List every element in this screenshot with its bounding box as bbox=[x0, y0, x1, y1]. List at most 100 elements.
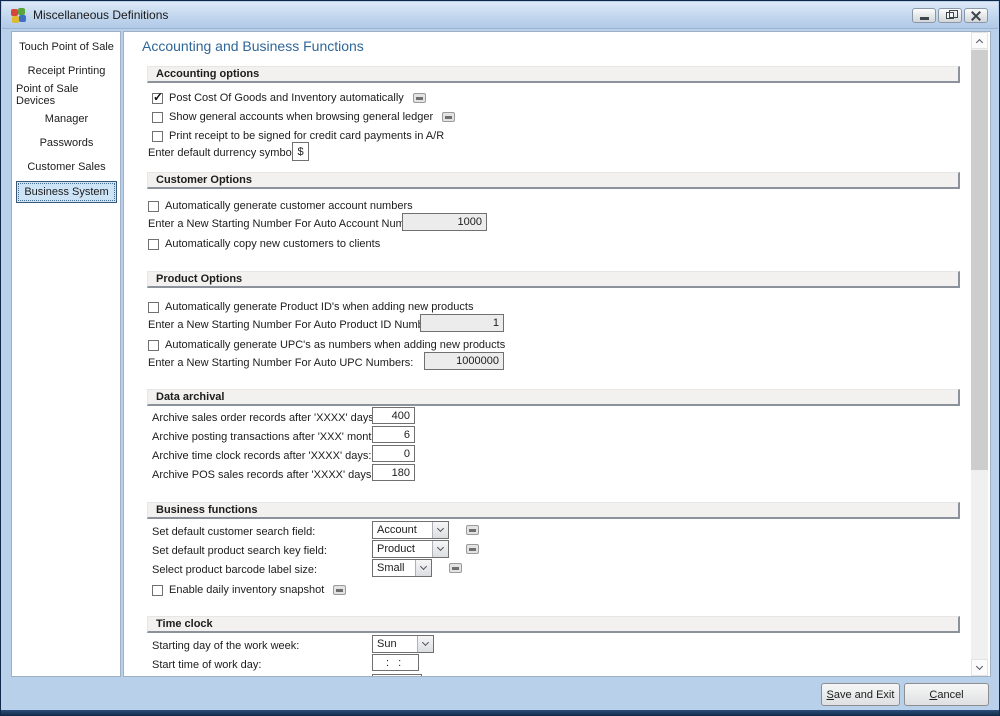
field-label: Archive POS sales records after 'XXXX' d… bbox=[152, 466, 374, 484]
checkbox-print-receipt-ar[interactable] bbox=[152, 131, 163, 142]
product-search-key-select[interactable]: Product bbox=[372, 540, 449, 558]
checkbox-auto-customer-numbers[interactable] bbox=[148, 201, 159, 212]
chevron-down-icon bbox=[437, 525, 444, 532]
field-label: Enter a New Starting Number For Auto Pro… bbox=[148, 316, 442, 334]
window: Miscellaneous Definitions Touch Point of… bbox=[0, 0, 1000, 716]
chevron-down-icon bbox=[422, 639, 429, 646]
section-header-customer-options: Customer Options bbox=[147, 172, 960, 189]
register-icon bbox=[449, 563, 462, 573]
sidebar-item-business-system[interactable]: Business System bbox=[16, 181, 117, 203]
checkbox-copy-customers-to-clients[interactable] bbox=[148, 239, 159, 250]
archive-time-clock-days-input[interactable] bbox=[372, 445, 415, 462]
close-icon bbox=[971, 11, 981, 21]
scrollbar-thumb[interactable] bbox=[971, 50, 988, 470]
dropdown-button[interactable] bbox=[417, 636, 433, 652]
app-icon bbox=[11, 8, 26, 23]
field-label: Enter a New Starting Number For Auto UPC… bbox=[148, 354, 413, 372]
checkbox-label: Automatically generate customer account … bbox=[165, 200, 413, 212]
clipped-control bbox=[372, 674, 422, 677]
minimize-icon bbox=[920, 17, 929, 20]
register-icon bbox=[442, 112, 455, 122]
restore-button[interactable] bbox=[938, 8, 962, 23]
field-label: Enter default durrency symbol: bbox=[148, 144, 297, 162]
archive-pos-sales-days-input[interactable] bbox=[372, 464, 415, 481]
sidebar-item-manager[interactable]: Manager bbox=[16, 109, 117, 129]
auto-upc-number-input[interactable] bbox=[424, 352, 504, 370]
scroll-down-button[interactable] bbox=[971, 659, 988, 676]
field-label: Start time of work day: bbox=[152, 656, 261, 674]
checkbox-row: Enable daily inventory snapshot bbox=[152, 581, 346, 599]
field-label: Set default customer search field: bbox=[152, 523, 315, 541]
checkbox-row: Post Cost Of Goods and Inventory automat… bbox=[152, 89, 426, 107]
sidebar: Touch Point of Sale Receipt Printing Poi… bbox=[11, 31, 121, 677]
section-header-product-options: Product Options bbox=[147, 271, 960, 288]
window-bottom-edge bbox=[1, 710, 999, 715]
section-header-business-functions: Business functions bbox=[147, 502, 960, 519]
checkbox-daily-inventory-snapshot[interactable] bbox=[152, 585, 163, 596]
register-icon bbox=[466, 525, 479, 535]
customer-search-field-select[interactable]: Account bbox=[372, 521, 449, 539]
restore-icon bbox=[946, 12, 954, 19]
checkbox-post-cogs[interactable] bbox=[152, 93, 163, 104]
titlebar: Miscellaneous Definitions bbox=[2, 2, 998, 29]
chevron-down-icon bbox=[976, 662, 983, 669]
sidebar-item-point-of-sale-devices[interactable]: Point of Sale Devices bbox=[16, 85, 117, 105]
checkbox-label: Automatically copy new customers to clie… bbox=[165, 238, 380, 250]
section-header-data-archival: Data archival bbox=[147, 389, 960, 406]
field-label: Archive time clock records after 'XXXX' … bbox=[152, 447, 371, 465]
dropdown-button[interactable] bbox=[432, 522, 448, 538]
archive-sales-order-days-input[interactable] bbox=[372, 407, 415, 424]
field-label: Archive posting transactions after 'XXX'… bbox=[152, 428, 386, 446]
sidebar-item-receipt-printing[interactable]: Receipt Printing bbox=[16, 61, 117, 81]
checkbox-label: Automatically generate Product ID's when… bbox=[165, 301, 473, 313]
checkbox-label: Print receipt to be signed for credit ca… bbox=[169, 130, 444, 142]
selected-value: Product bbox=[373, 541, 432, 557]
checkbox-label: Show general accounts when browsing gene… bbox=[169, 111, 433, 123]
selected-value: Small bbox=[373, 560, 415, 576]
auto-product-id-input[interactable] bbox=[420, 314, 504, 332]
vertical-scrollbar[interactable] bbox=[971, 32, 988, 676]
sidebar-item-passwords[interactable]: Passwords bbox=[16, 133, 117, 153]
checkbox-label: Enable daily inventory snapshot bbox=[169, 584, 324, 596]
checkbox-row: Show general accounts when browsing gene… bbox=[152, 108, 455, 126]
archive-posting-months-input[interactable] bbox=[372, 426, 415, 443]
close-button[interactable] bbox=[964, 8, 988, 23]
checkbox-show-general-accounts[interactable] bbox=[152, 112, 163, 123]
register-icon bbox=[333, 585, 346, 595]
field-label: Enter a New Starting Number For Auto Acc… bbox=[148, 215, 429, 233]
scroll-up-button[interactable] bbox=[971, 32, 988, 49]
field-label: Starting day of the work week: bbox=[152, 637, 299, 655]
sidebar-item-customer-sales[interactable]: Customer Sales bbox=[16, 157, 117, 177]
auto-account-number-input[interactable] bbox=[402, 213, 487, 231]
sidebar-item-touch-point-of-sale[interactable]: Touch Point of Sale bbox=[16, 37, 117, 57]
chevron-up-icon bbox=[976, 38, 983, 45]
barcode-label-size-select[interactable]: Small bbox=[372, 559, 432, 577]
dropdown-button[interactable] bbox=[415, 560, 431, 576]
page-title: Accounting and Business Functions bbox=[142, 38, 364, 54]
checkbox-auto-upc[interactable] bbox=[148, 340, 159, 351]
section-header-time-clock: Time clock bbox=[147, 616, 960, 633]
chevron-down-icon bbox=[437, 544, 444, 551]
selected-value: Account bbox=[373, 522, 432, 538]
checkbox-row: Automatically copy new customers to clie… bbox=[148, 235, 380, 253]
checkbox-auto-product-ids[interactable] bbox=[148, 302, 159, 313]
chevron-down-icon bbox=[420, 563, 427, 570]
save-and-exit-button[interactable]: Save and Exit bbox=[821, 683, 900, 706]
work-week-start-select[interactable]: Sun bbox=[372, 635, 434, 653]
checkbox-label: Post Cost Of Goods and Inventory automat… bbox=[169, 92, 404, 104]
window-title: Miscellaneous Definitions bbox=[33, 8, 168, 22]
checkbox-label: Automatically generate UPC's as numbers … bbox=[165, 339, 505, 351]
dropdown-button[interactable] bbox=[432, 541, 448, 557]
window-controls bbox=[912, 8, 988, 23]
selected-value: Sun bbox=[373, 636, 417, 652]
minimize-button[interactable] bbox=[912, 8, 936, 23]
work-day-start-time-input[interactable] bbox=[372, 654, 419, 671]
register-icon bbox=[466, 544, 479, 554]
field-label: Set default product search key field: bbox=[152, 542, 327, 560]
field-label: Select product barcode label size: bbox=[152, 561, 317, 579]
section-header-accounting-options: Accounting options bbox=[147, 66, 960, 83]
currency-symbol-input[interactable] bbox=[292, 142, 309, 161]
checkbox-row: Automatically generate customer account … bbox=[148, 197, 413, 215]
cancel-button[interactable]: Cancel bbox=[904, 683, 989, 706]
register-icon bbox=[413, 93, 426, 103]
